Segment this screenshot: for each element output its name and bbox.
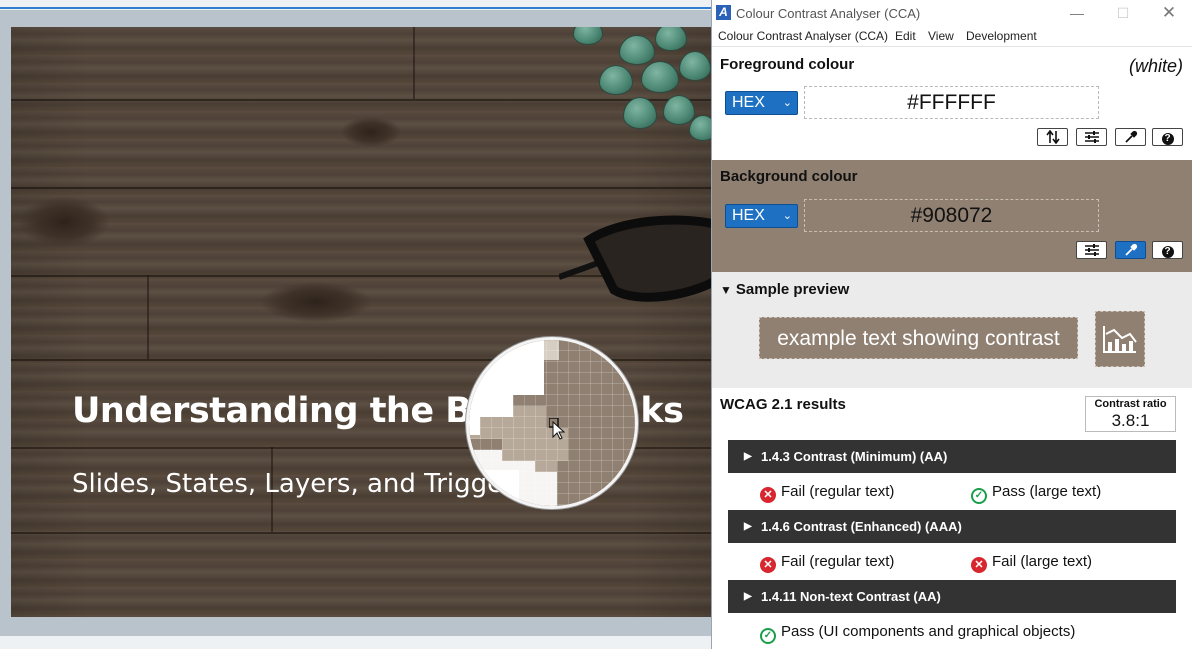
colour-picker-magnifier[interactable] (466, 337, 638, 509)
contrast-ratio-box: Contrast ratio 3.8:1 (1085, 396, 1176, 432)
background-hex-input[interactable]: #908072 (804, 199, 1099, 232)
wood-seam (413, 27, 415, 99)
criterion-1-4-3-toggle[interactable]: ▶ 1.4.3 Contrast (Minimum) (AA) (728, 440, 1176, 473)
menu-development[interactable]: Development (966, 29, 1037, 43)
result-text: Pass (large text) (992, 483, 1102, 500)
foreground-eyedropper-button[interactable] (1115, 128, 1146, 146)
sample-preview-title: Sample preview (735, 281, 850, 298)
background-format-select[interactable]: HEX ⌄ (725, 204, 798, 228)
chevron-down-icon: ⌄ (782, 210, 792, 222)
background-window: Understanding the Bui ks Slides, States, … (0, 0, 712, 649)
eyedropper-icon (1124, 130, 1137, 143)
result-item: ✕ Fail (regular text) (760, 553, 894, 573)
window-top-border (0, 7, 712, 9)
wood-knot (261, 282, 371, 322)
foreground-hex-input[interactable]: #FFFFFF (804, 86, 1099, 119)
wood-plank-line (11, 187, 712, 189)
foreground-colour-name: (white) (1128, 56, 1183, 76)
wood-seam (147, 275, 149, 359)
background-section: Background colour HEX ⌄ #908072 ? (712, 160, 1192, 272)
close-button[interactable]: ✕ (1154, 2, 1184, 24)
result-text: Fail (large text) (992, 553, 1093, 570)
criterion-label: 1.4.6 Contrast (Enhanced) (AAA) (761, 519, 962, 534)
wcag-results-title: WCAG 2.1 results (720, 396, 846, 413)
sliders-icon (1084, 244, 1099, 256)
criterion-label: 1.4.3 Contrast (Minimum) (AA) (761, 449, 948, 464)
sample-preview-text: example text showing contrast (759, 317, 1078, 359)
sliders-icon (1084, 131, 1099, 143)
slide-subtitle: Slides, States, Layers, and Triggers (72, 469, 528, 499)
result-item: ✓ Pass (UI components and graphical objec… (760, 623, 1075, 644)
result-text: Pass (UI components and graphical object… (781, 623, 1076, 640)
background-eyedropper-button[interactable] (1115, 241, 1146, 259)
pass-icon: ✓ (760, 628, 776, 644)
foreground-format-select[interactable]: HEX ⌄ (725, 91, 798, 115)
colour-contrast-analyser-window: A Colour Contrast Analyser (CCA) — ☐ ✕ C… (711, 0, 1192, 649)
chart-icon (1103, 326, 1137, 353)
sample-preview-graphic (1095, 311, 1145, 367)
background-sliders-button[interactable] (1076, 241, 1107, 259)
triangle-right-icon: ▶ (744, 451, 752, 462)
triangle-down-icon: ▼ (720, 283, 732, 297)
foreground-format-value: HEX (732, 94, 765, 111)
minimize-button[interactable]: — (1062, 2, 1092, 24)
wood-knot (341, 117, 401, 147)
foreground-section: Foreground colour (white) HEX ⌄ #FFFFFF … (712, 47, 1192, 160)
criterion-label: 1.4.11 Non-text Contrast (AA) (761, 589, 941, 604)
swap-colours-button[interactable] (1037, 128, 1068, 146)
result-item: ✓ Pass (large text) (971, 483, 1101, 504)
cursor-icon (549, 418, 566, 440)
wcag-results-section: WCAG 2.1 results Contrast ratio 3.8:1 ▶ 1… (712, 388, 1192, 649)
eyedropper-icon (1124, 243, 1137, 256)
contrast-ratio-label: Contrast ratio (1094, 398, 1167, 410)
criterion-1-4-6-toggle[interactable]: ▶ 1.4.6 Contrast (Enhanced) (AAA) (728, 510, 1176, 543)
background-title: Background colour (720, 168, 858, 185)
result-item: ✕ Fail (regular text) (760, 483, 894, 503)
background-format-value: HEX (732, 207, 765, 224)
foreground-sliders-button[interactable] (1076, 128, 1107, 146)
chevron-down-icon: ⌄ (782, 97, 792, 109)
slide-image: Understanding the Bui ks Slides, States, … (11, 27, 712, 617)
fail-icon: ✕ (760, 557, 776, 573)
menu-view[interactable]: View (928, 29, 954, 43)
foreground-help-button[interactable]: ? (1152, 128, 1183, 146)
result-text: Fail (regular text) (781, 553, 895, 570)
help-icon: ? (1161, 246, 1174, 258)
eyeglasses-image (559, 215, 712, 302)
triangle-right-icon: ▶ (744, 591, 752, 602)
fail-icon: ✕ (760, 487, 776, 503)
foreground-title: Foreground colour (720, 56, 855, 73)
wood-knot (19, 197, 109, 247)
result-text: Fail (regular text) (781, 483, 895, 500)
maximize-button[interactable]: ☐ (1108, 2, 1138, 24)
sample-preview-section: ▼ Sample preview example text showing con… (712, 272, 1192, 388)
menu-bar: Colour Contrast Analyser (CCA) Edit View… (712, 27, 1192, 47)
result-item: ✕ Fail (large text) (971, 553, 1092, 573)
app-logo-icon: A (716, 5, 731, 20)
help-icon: ? (1161, 133, 1174, 145)
triangle-right-icon: ▶ (744, 521, 752, 532)
menu-edit[interactable]: Edit (895, 29, 916, 43)
sample-preview-toggle[interactable]: ▼ Sample preview (720, 281, 849, 298)
swap-arrows-icon (1045, 129, 1060, 145)
fail-icon: ✕ (971, 557, 987, 573)
title-bar: A Colour Contrast Analyser (CCA) — ☐ ✕ (712, 0, 1192, 27)
criterion-1-4-11-toggle[interactable]: ▶ 1.4.11 Non-text Contrast (AA) (728, 580, 1176, 613)
menu-app[interactable]: Colour Contrast Analyser (CCA) (718, 29, 888, 43)
pass-icon: ✓ (971, 488, 987, 504)
background-help-button[interactable]: ? (1152, 241, 1183, 259)
contrast-ratio-value: 3.8:1 (1111, 411, 1150, 430)
wood-plank-line (11, 532, 712, 534)
window-title: Colour Contrast Analyser (CCA) (736, 6, 921, 21)
plant-image (559, 27, 712, 165)
